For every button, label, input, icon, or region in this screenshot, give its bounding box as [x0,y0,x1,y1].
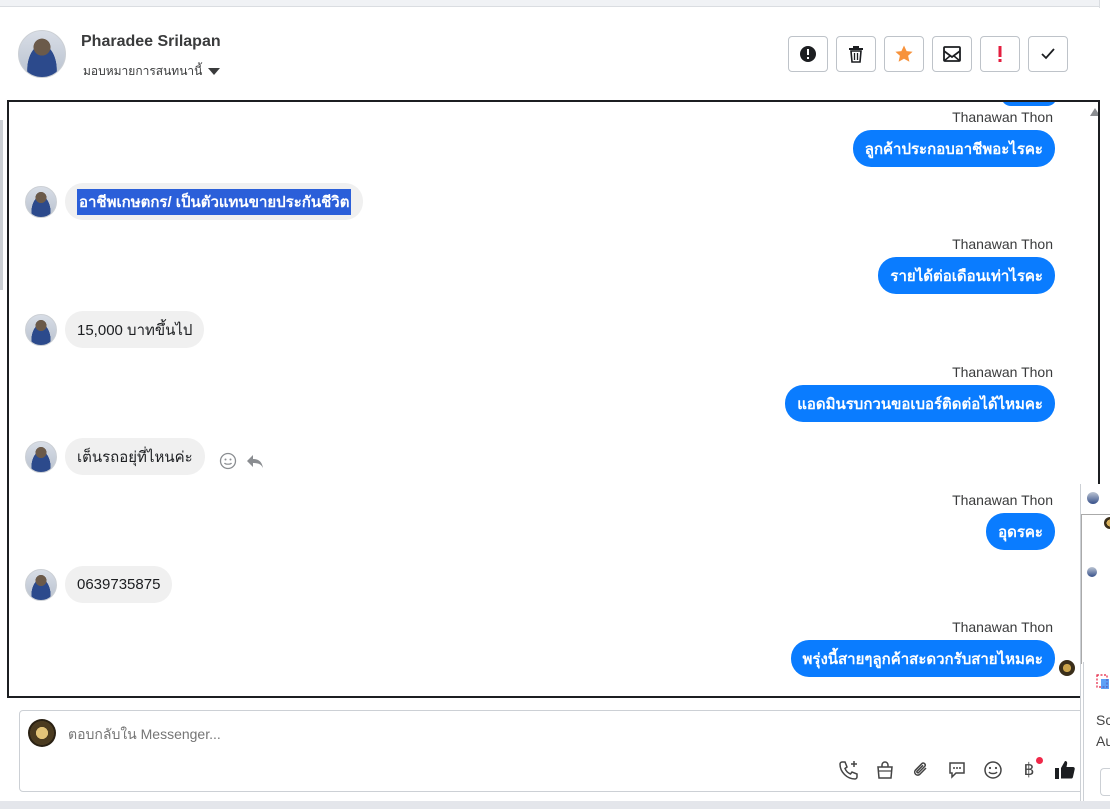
message-bubble-outgoing[interactable]: รายได้ต่อเดือนเท่าไรคะ [878,257,1055,294]
preview-card[interactable]: Sc Au [1083,662,1110,802]
contact-mini-avatar [25,313,57,346]
preview-text-1: Sc [1096,712,1110,728]
notification-dot [1036,757,1043,764]
message-composer: ฿ [19,710,1089,792]
mark-spam-button[interactable] [788,36,828,72]
preview-page-avatar [1104,517,1110,529]
message-bubble-incoming[interactable]: อาชีพเกษตกร/ เป็นตัวแทนขายประกันชีวิต [65,183,364,220]
seen-indicator-avatar [1059,660,1075,676]
preview-text-2: Au [1096,733,1110,749]
message-row-incoming: เต็นรถอยุ่ที่ไหนค่ะ [25,438,265,475]
caret-down-icon [208,68,221,75]
exclamation-icon [998,46,1002,62]
check-icon [1041,48,1055,60]
shopping-bag-button[interactable] [874,759,896,781]
contact-mini-avatar [25,440,57,473]
saved-replies-button[interactable] [946,759,968,781]
preview-frame [1081,514,1110,664]
page-avatar [28,719,56,747]
sender-name: Thanawan Thon [952,364,1053,380]
preview-avatar [1087,567,1097,577]
phone-add-icon [839,761,858,780]
assign-conversation-dropdown[interactable]: มอบหมายการสนทนานี้ [83,62,221,81]
emoji-icon [984,761,1002,779]
message-bubble-outgoing-partial [1001,102,1057,106]
alert-circle-icon [800,46,816,62]
chat-bubble-icon [949,762,965,779]
conversation-toolbar [788,36,1068,72]
contact-avatar[interactable] [18,30,66,78]
preview-button[interactable] [1100,768,1110,796]
preview-avatar [1087,492,1099,504]
left-scroll-edge [0,120,3,290]
sender-name: Thanawan Thon [952,619,1053,635]
like-button[interactable] [1054,759,1076,781]
trash-icon [849,46,863,63]
sender-name: Thanawan Thon [952,236,1053,252]
message-bubble-incoming[interactable]: เต็นรถอยุ่ที่ไหนค่ะ [65,438,205,475]
composer-toolbar: ฿ [838,757,1076,781]
message-bubble-outgoing[interactable]: อุดรคะ [986,513,1055,550]
side-preview-panel: Sc Au [1080,484,1110,809]
payment-button[interactable]: ฿ [1018,757,1043,781]
phone-add-button[interactable] [838,759,860,781]
sender-name: Thanawan Thon [952,492,1053,508]
mark-unread-button[interactable] [932,36,972,72]
star-icon [895,45,913,62]
message-bubble-incoming[interactable]: 0639735875 [65,566,173,603]
app-logo-icon [1096,674,1109,689]
message-bubble-outgoing[interactable]: พรุ่งนี้สายๆลูกค้าสะดวกรับสายไหมคะ [790,640,1055,677]
message-bubble-outgoing[interactable]: แอดมินรบกวนขอเบอร์ติดต่อได้ไหมคะ [785,385,1055,422]
top-strip [0,0,1100,7]
assign-label: มอบหมายการสนทนานี้ [83,64,203,78]
contact-name[interactable]: Pharadee Srilapan [81,33,221,51]
scroll-up-arrow-icon[interactable] [1090,108,1098,116]
attach-button[interactable] [910,759,932,781]
contact-mini-avatar [25,568,57,601]
baht-icon: ฿ [1023,760,1035,780]
contact-mini-avatar [25,185,57,218]
mark-done-button[interactable] [1028,36,1068,72]
conversation-header: Pharadee Srilapan มอบหมายการสนทนานี้ [0,8,1100,100]
envelope-open-icon [943,46,961,62]
selected-text[interactable]: อาชีพเกษตกร/ เป็นตัวแทนขายประกันชีวิต [77,188,352,215]
emoji-button[interactable] [982,759,1004,781]
sender-name: Thanawan Thon [952,109,1053,125]
delete-button[interactable] [836,36,876,72]
message-row-incoming: 15,000 บาทขึ้นไป [25,311,205,348]
message-bubble-outgoing[interactable]: ลูกค้าประกอบอาชีพอะไรคะ [852,130,1055,167]
follow-up-button[interactable] [980,36,1020,72]
reply-icon[interactable] [245,452,265,470]
reply-input[interactable] [68,726,668,742]
shopping-bag-icon [877,761,893,779]
emoji-react-icon[interactable] [219,452,237,470]
message-actions [219,452,265,470]
star-button[interactable] [884,36,924,72]
paperclip-icon [913,762,927,776]
message-row-incoming: อาชีพเกษตกร/ เป็นตัวแทนขายประกันชีวิต [25,183,364,220]
message-row-incoming: 0639735875 [25,566,173,603]
bottom-strip [0,801,1110,809]
thumbs-up-icon [1055,761,1075,779]
message-thread[interactable]: Thanawan Thon ลูกค้าประกอบอาชีพอะไรคะ อา… [7,100,1100,698]
message-bubble-incoming[interactable]: 15,000 บาทขึ้นไป [65,311,205,348]
